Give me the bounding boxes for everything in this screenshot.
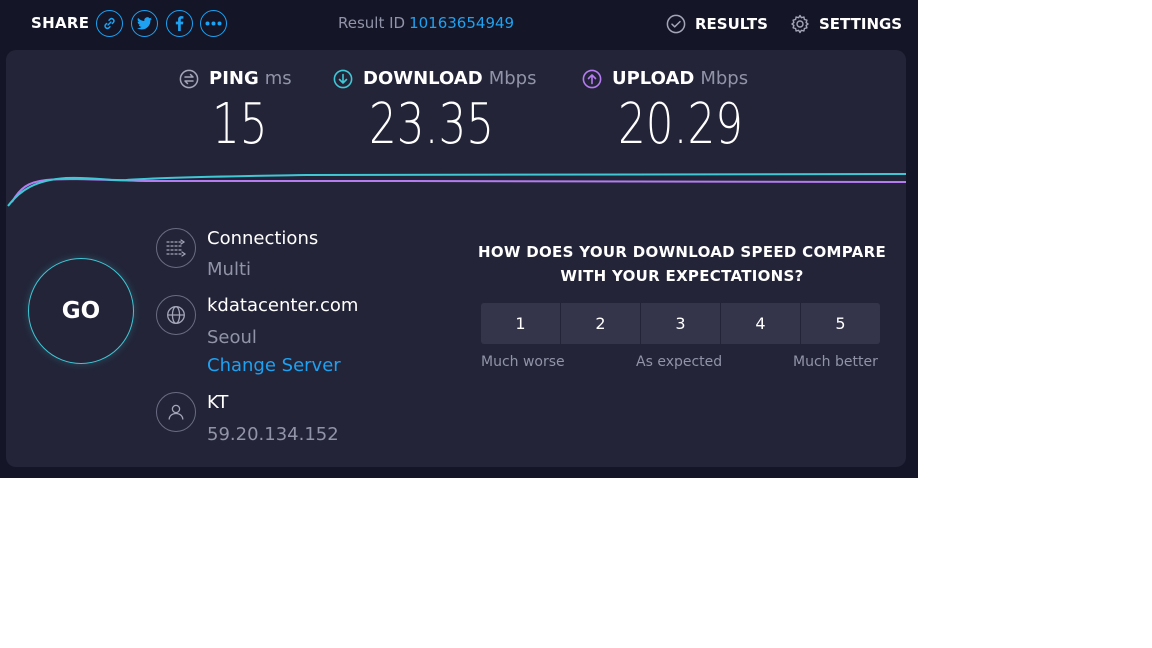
download-metric: DOWNLOAD Mbps 23.35 — [333, 68, 537, 157]
upload-metric: UPLOAD Mbps 20.29 — [582, 68, 749, 157]
ping-label: PING — [209, 68, 259, 89]
download-speed-line — [7, 172, 906, 207]
rating-label-high: Much better — [793, 354, 878, 370]
results-label: RESULTS — [695, 15, 768, 33]
download-value: 23.35 — [369, 92, 495, 157]
rating-option-2[interactable]: 2 — [561, 303, 640, 344]
result-id: Result ID 10163654949 — [338, 14, 514, 32]
ping-icon — [179, 69, 199, 88]
download-icon — [333, 69, 353, 88]
gear-icon — [791, 14, 809, 34]
rating-label-low: Much worse — [481, 354, 565, 370]
change-server-link[interactable]: Change Server — [207, 355, 341, 376]
go-button[interactable]: GO — [28, 258, 134, 364]
survey-question: HOW DOES YOUR DOWNLOAD SPEED COMPARE WIT… — [477, 243, 886, 285]
download-label: DOWNLOAD — [363, 68, 483, 89]
facebook-icon[interactable] — [166, 10, 193, 37]
link-icon[interactable] — [96, 10, 123, 37]
speed-graph — [7, 172, 906, 207]
rating-option-5[interactable]: 5 — [801, 303, 880, 344]
rating-label-mid: As expected — [636, 354, 723, 370]
survey-rating: 1 2 3 4 5 — [481, 303, 880, 344]
globe-icon — [156, 295, 196, 335]
connections-mode[interactable]: Multi — [207, 259, 251, 280]
ping-value: 15 — [212, 92, 268, 157]
check-circle-icon — [666, 14, 686, 34]
connections-icon — [156, 228, 196, 268]
twitter-icon[interactable] — [131, 10, 158, 37]
speedtest-app: SHARE Result ID 10163654949 RESULTS SETT… — [0, 0, 918, 478]
connections-title: Connections — [207, 228, 319, 249]
upload-speed-line — [11, 178, 906, 203]
go-label: GO — [61, 298, 101, 324]
download-unit: Mbps — [488, 68, 537, 89]
user-icon — [156, 392, 196, 432]
ping-metric: PING ms 15 — [179, 68, 292, 157]
more-icon[interactable] — [200, 10, 227, 37]
rating-option-1[interactable]: 1 — [481, 303, 560, 344]
server-location: Seoul — [207, 327, 257, 348]
top-bar: SHARE Result ID 10163654949 RESULTS SETT… — [0, 0, 918, 48]
ping-unit: ms — [264, 68, 292, 89]
isp-name: KT — [207, 392, 229, 413]
result-id-label: Result ID — [338, 14, 406, 32]
rating-option-3[interactable]: 3 — [641, 303, 720, 344]
rating-option-4[interactable]: 4 — [721, 303, 800, 344]
share-label: SHARE — [31, 14, 90, 32]
upload-label: UPLOAD — [612, 68, 695, 89]
results-button[interactable]: RESULTS — [666, 14, 768, 34]
settings-button[interactable]: SETTINGS — [790, 14, 902, 34]
isp-ip: 59.20.134.152 — [207, 424, 339, 445]
settings-label: SETTINGS — [819, 15, 903, 33]
result-id-link[interactable]: 10163654949 — [409, 14, 514, 32]
upload-unit: Mbps — [700, 68, 749, 89]
server-name: kdatacenter.com — [207, 295, 359, 316]
results-panel: PING ms 15 DOWNLOAD Mbps 23.35 UPLOAD Mb — [6, 50, 906, 467]
upload-value: 20.29 — [618, 92, 744, 157]
upload-icon — [582, 69, 602, 88]
